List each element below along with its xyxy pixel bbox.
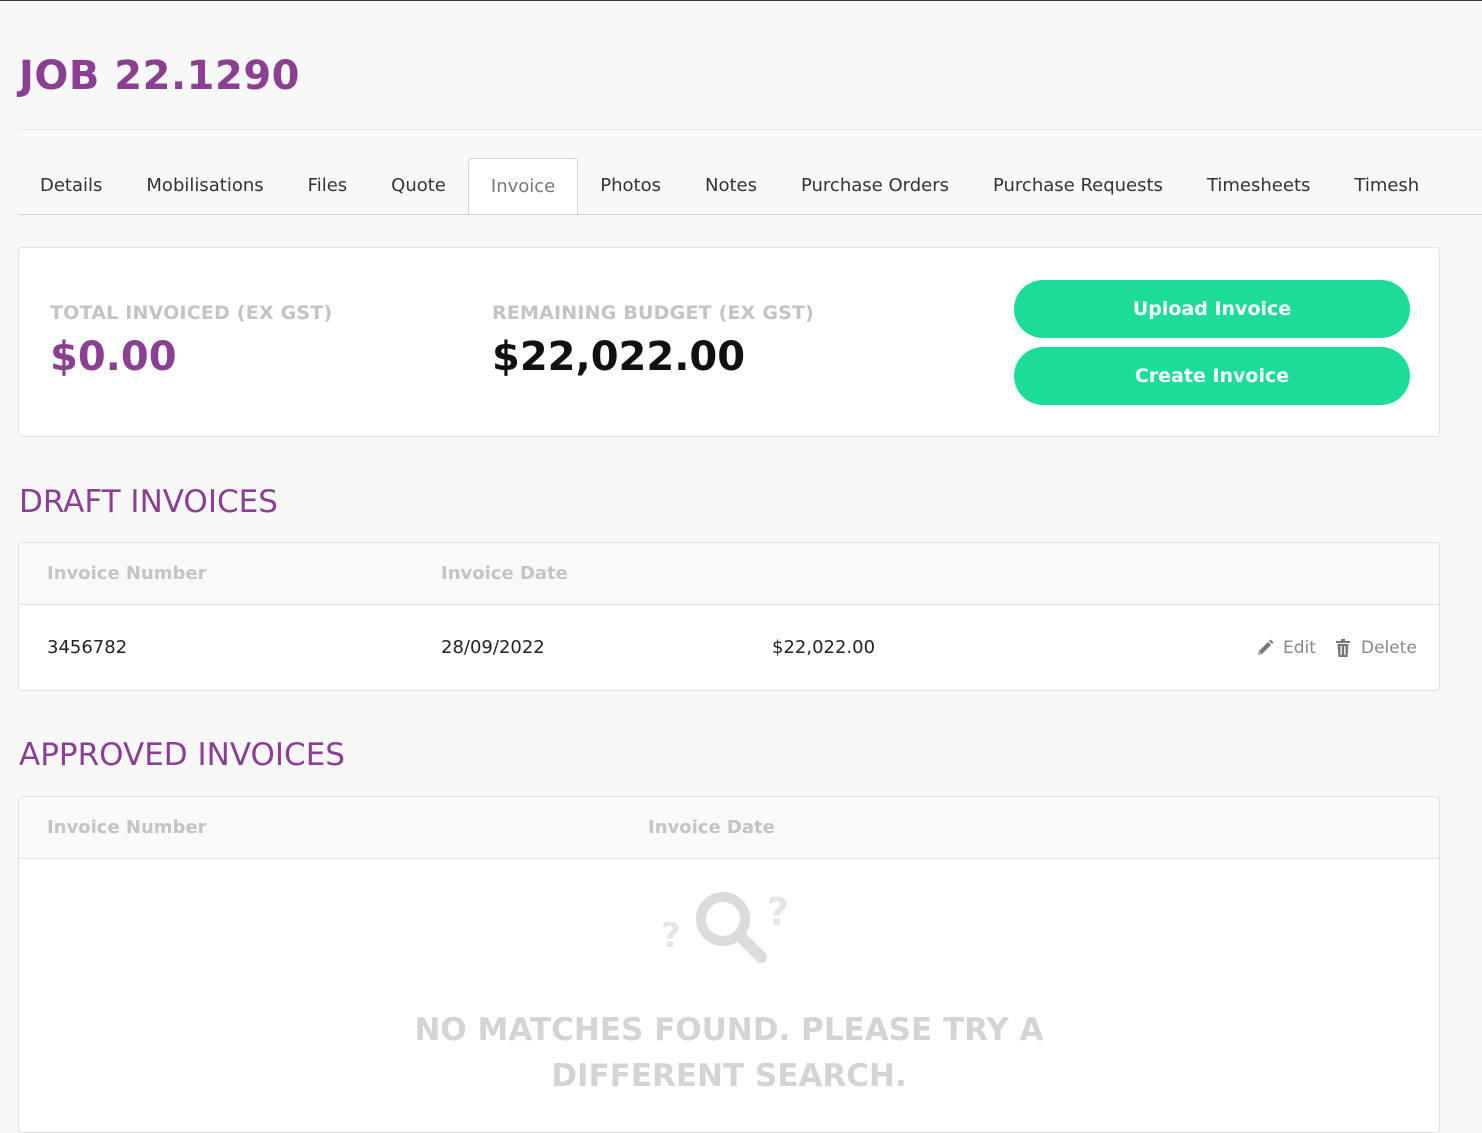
empty-state-message: NO MATCHES FOUND. PLEASE TRY A DIFFERENT… (19, 1007, 1439, 1099)
table-header: Invoice Number Invoice Date (19, 797, 1439, 859)
table-header: Invoice Number Invoice Date (19, 543, 1439, 605)
trash-icon (1336, 639, 1350, 657)
tab-timesheets-2[interactable]: Timesh (1332, 158, 1441, 214)
magnifier-question-icon: ? ? (661, 890, 789, 963)
tab-bar: Details Mobilisations Files Quote Invoic… (18, 158, 1482, 215)
svg-text:?: ? (661, 916, 681, 956)
approved-invoices-heading: APPROVED INVOICES (19, 737, 345, 773)
empty-message-line-2: DIFFERENT SEARCH. (551, 1058, 907, 1094)
upload-invoice-button[interactable]: Upload Invoice (1014, 280, 1410, 338)
tab-invoice[interactable]: Invoice (467, 158, 579, 214)
remaining-budget-value: $22,022.00 (492, 334, 746, 380)
pencil-icon (1258, 639, 1274, 655)
empty-state: ? ? NO MATCHES FOUND. PLEASE TRY A DIFFE… (19, 859, 1439, 1132)
delete-label: Delete (1361, 638, 1417, 658)
draft-invoices-heading: DRAFT INVOICES (19, 484, 278, 520)
invoice-amount-cell: $22,022.00 (772, 637, 876, 658)
tab-details[interactable]: Details (18, 158, 124, 214)
tab-purchase-requests[interactable]: Purchase Requests (971, 158, 1185, 214)
svg-text:?: ? (767, 890, 789, 934)
remaining-budget-label: REMAINING BUDGET (EX GST) (492, 302, 815, 324)
tab-photos[interactable]: Photos (578, 158, 683, 214)
draft-invoices-table: Invoice Number Invoice Date 3456782 28/0… (18, 542, 1440, 691)
title-divider (18, 129, 1482, 130)
tab-timesheets[interactable]: Timesheets (1185, 158, 1332, 214)
total-invoiced-value: $0.00 (50, 334, 177, 380)
create-invoice-button[interactable]: Create Invoice (1014, 347, 1410, 405)
column-invoice-date[interactable]: Invoice Date (441, 543, 568, 604)
edit-button[interactable]: Edit (1255, 605, 1316, 690)
invoice-number-cell: 3456782 (47, 637, 128, 658)
column-invoice-date[interactable]: Invoice Date (648, 797, 775, 858)
edit-label: Edit (1283, 638, 1316, 658)
tab-notes[interactable]: Notes (683, 158, 779, 214)
tab-purchase-orders[interactable]: Purchase Orders (779, 158, 971, 214)
invoice-summary-card: TOTAL INVOICED (EX GST) $0.00 REMAINING … (18, 247, 1440, 437)
table-row: 3456782 28/09/2022 $22,022.00 Edit Delet… (19, 605, 1439, 690)
delete-button[interactable]: Delete (1333, 605, 1417, 690)
column-invoice-number[interactable]: Invoice Number (47, 543, 207, 604)
approved-invoices-table: Invoice Number Invoice Date ? ? NO MATCH… (18, 796, 1440, 1133)
empty-message-line-1: NO MATCHES FOUND. PLEASE TRY A (414, 1012, 1044, 1048)
column-invoice-number[interactable]: Invoice Number (47, 797, 207, 858)
total-invoiced-label: TOTAL INVOICED (EX GST) (50, 302, 333, 324)
invoice-date-cell: 28/09/2022 (441, 637, 545, 658)
tab-files[interactable]: Files (286, 158, 370, 214)
tab-mobilisations[interactable]: Mobilisations (124, 158, 285, 214)
job-title: JOB 22.1290 (19, 53, 300, 99)
tab-quote[interactable]: Quote (369, 158, 468, 214)
